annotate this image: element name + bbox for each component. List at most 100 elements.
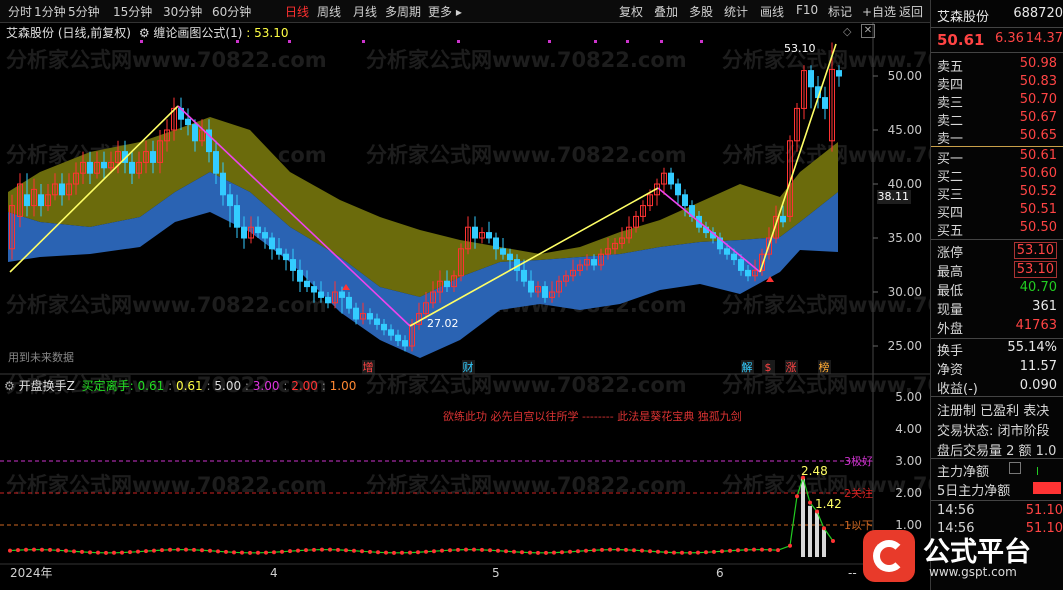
sub-value-1: 0.61	[175, 379, 203, 393]
sub-point-41	[336, 547, 340, 552]
candle-body-49	[353, 307, 359, 320]
sub-point-32	[264, 550, 268, 555]
candle-body-114	[808, 70, 814, 88]
toolbar-btn-1[interactable]: 叠加	[654, 3, 678, 20]
sub-point-39	[320, 547, 324, 552]
stat2-row-2: 收益(-) 0.090	[937, 378, 1057, 397]
sub-point-66	[536, 550, 540, 555]
chart-area[interactable]: 分析家公式网www.70822.com 分析家公式网www.70822.com 分析…	[0, 22, 930, 590]
low-label: 27.02	[427, 317, 459, 330]
period-tab-10[interactable]: 更多 ▸	[428, 3, 462, 20]
sub-point-5	[48, 547, 52, 552]
buy-row-4: 买五 50.50	[937, 220, 1057, 239]
sub-point-69	[560, 550, 564, 555]
sub-point-55	[448, 548, 452, 553]
candle-body-40	[290, 259, 296, 271]
sub-point-0	[8, 548, 12, 553]
signal-dot-6	[594, 40, 597, 43]
period-tab-5[interactable]: 60分钟	[212, 3, 251, 20]
signal-dot-9	[700, 40, 703, 43]
stock-name-code: 艾森股份 688720	[937, 6, 1063, 25]
sub-point-91	[736, 548, 740, 553]
future-data-note: 用到未来数据	[8, 351, 74, 364]
sub-point-78	[632, 548, 636, 553]
sub-point-1	[16, 548, 20, 553]
flow-row-1: 5日主力净额	[937, 480, 1061, 499]
indicator-value: : 53.10	[246, 26, 289, 40]
watermark-6: 分析家公式网www.70822.com	[6, 293, 327, 317]
logo-text: 公式平台	[923, 537, 1031, 568]
period-tab-6[interactable]: 日线	[285, 3, 309, 20]
sub-point-35	[288, 549, 292, 554]
sub-point-79	[640, 548, 644, 553]
close-icon[interactable]: ✕	[861, 24, 875, 38]
sub-point-64	[520, 550, 524, 555]
diamond-icon[interactable]: ◇	[843, 25, 851, 38]
toolbar-btn-0[interactable]: 复权	[619, 3, 643, 20]
x-label-0: 2024年	[10, 566, 53, 580]
candle-body-62	[444, 280, 450, 288]
toolbar-btn-6[interactable]: 标记	[828, 3, 852, 20]
event-marker-1: 财	[463, 360, 474, 374]
sub-point-75	[608, 547, 612, 552]
settings-icon[interactable]: ⚙	[139, 26, 150, 40]
sub-point-46	[376, 550, 380, 555]
event-marker-2: 解	[742, 360, 753, 374]
indicator-name: 缠论画图公式(1)	[153, 26, 243, 40]
toolbar-btn-5[interactable]: F10	[796, 3, 818, 17]
sub-point-100	[808, 500, 812, 505]
sub-guide-label-1: 2关注	[844, 486, 873, 500]
toolbar-btn-8[interactable]: 返回	[899, 3, 923, 20]
candle-body-83	[591, 259, 597, 266]
period-tab-4[interactable]: 30分钟	[163, 3, 202, 20]
period-tab-1[interactable]: 1分钟	[34, 3, 66, 20]
period-toolbar: 分时 1分钟 5分钟 15分钟 30分钟 60分钟 日线 周线 月线 多周期 更多 ▸ 复权 叠加 多股统…	[0, 0, 930, 23]
logo: 公式平台 www.gspt.com	[857, 526, 1057, 586]
sub-point-27	[224, 549, 228, 554]
candle-body-13	[101, 161, 107, 169]
period-tab-8[interactable]: 月线	[353, 3, 377, 20]
sub-point-65	[528, 550, 532, 555]
x-label-1: 4	[270, 566, 278, 580]
sub-point-43	[352, 548, 356, 553]
candle-body-11	[87, 161, 93, 174]
sub-point-93	[752, 547, 756, 552]
sub-point-13	[112, 550, 116, 555]
candle-body-74	[528, 280, 534, 293]
sub-point-68	[552, 550, 556, 555]
sub-point-96	[776, 548, 780, 553]
event-marker-0: 增	[363, 360, 374, 374]
sub-value-2: 5.00	[214, 379, 242, 393]
sub-point-85	[688, 550, 692, 555]
period-tab-0[interactable]: 分时	[8, 3, 32, 20]
sub-point-31	[256, 550, 260, 555]
candle-body-104	[738, 259, 744, 271]
sub-point-103	[831, 539, 835, 543]
toolbar-btn-2[interactable]: 多股	[689, 3, 713, 20]
peak-label-2: 1.42	[815, 497, 842, 511]
toolbar-btn-4[interactable]: 画线	[760, 3, 784, 20]
signal-dot-5	[548, 40, 551, 43]
signal-dot-7	[626, 40, 629, 43]
sub-point-17	[144, 549, 148, 554]
sub-settings-icon[interactable]: ⚙	[4, 379, 15, 393]
period-tab-9[interactable]: 多周期	[385, 3, 421, 20]
candle-body-94	[668, 172, 674, 185]
sub-chart-title: ⚙ 开盘换手Z 买定离手: 0.61 : 0.61 : 5.00 : 3.00 …	[4, 379, 357, 393]
sub-point-9	[80, 549, 84, 554]
candle-body-51	[367, 313, 373, 320]
sub-point-3	[32, 547, 36, 552]
sub-point-20	[168, 547, 172, 552]
candle-body-17	[129, 161, 135, 174]
event-marker-4: 涨	[786, 361, 797, 374]
sub-point-60	[488, 548, 492, 553]
period-tab-3[interactable]: 15分钟	[113, 3, 152, 20]
period-tab-2[interactable]: 5分钟	[68, 3, 100, 20]
sub-point-58	[472, 547, 476, 552]
candle-body-39	[283, 253, 289, 261]
period-tab-7[interactable]: 周线	[317, 3, 341, 20]
toolbar-btn-7[interactable]: +自选	[862, 3, 896, 20]
sep-3	[931, 338, 1063, 339]
toolbar-btn-3[interactable]: 统计	[724, 3, 748, 20]
candle-body-52	[374, 318, 380, 325]
